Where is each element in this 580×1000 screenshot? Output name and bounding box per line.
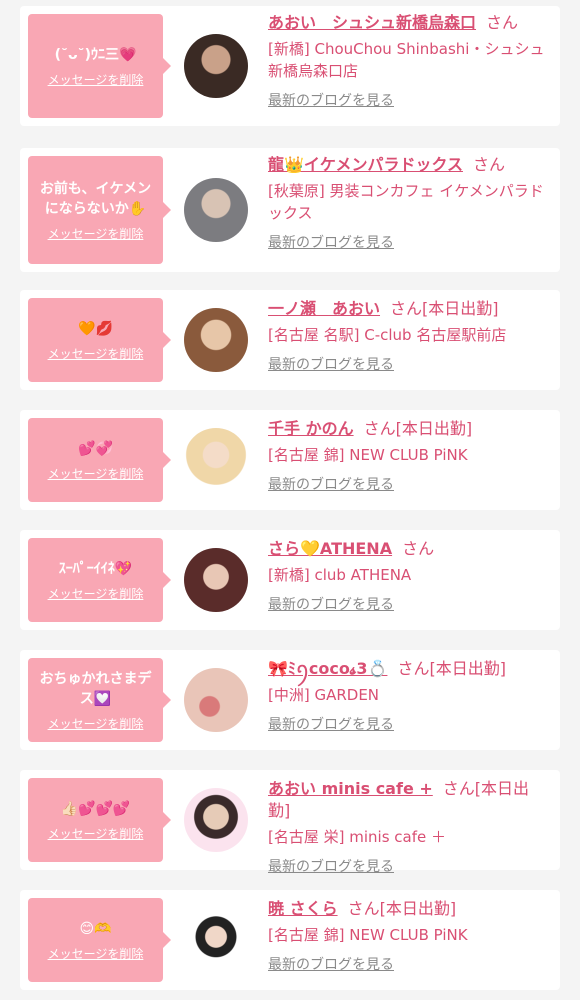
honorific: さん	[363, 419, 396, 438]
message-text: おちゅかれさまデス💟	[39, 670, 152, 707]
cast-name-link[interactable]: 暁 さくら	[268, 899, 338, 918]
message-text: 😊🫶	[79, 920, 112, 937]
list-item: 💕💞 メッセージを削除 千手 かのん さん[本日出勤] [名古屋 錦] NEW C…	[20, 410, 560, 510]
avatar[interactable]	[184, 428, 248, 492]
honorific: さん	[472, 155, 505, 174]
cast-name-link[interactable]: 龍👑イケメンパラドックス	[268, 155, 463, 174]
avatar[interactable]	[184, 178, 248, 242]
shop-name: [名古屋 錦] NEW CLUB PiNK	[268, 926, 468, 944]
message-text: (˘ᴗ˘)ｳﾆ三💗	[54, 46, 137, 63]
delete-message-link[interactable]: メッセージを削除	[48, 345, 144, 362]
shop-name: [名古屋 錦] NEW CLUB PiNK	[268, 446, 468, 464]
message-bubble: 👍🏻💕💕💕 メッセージを削除	[28, 778, 171, 862]
status-badge: [本日出勤]	[422, 299, 499, 318]
name-row: 🎀ﾐꪆcoco𝓼3💍 さん[本日出勤]	[268, 658, 550, 680]
shop-name: [中洲] GARDEN	[268, 686, 380, 704]
latest-blog-link[interactable]: 最新のブログを見る	[268, 594, 394, 614]
name-row: あおい minis cafe + さん[本日出勤]	[268, 778, 550, 822]
latest-blog-link[interactable]: 最新のブログを見る	[268, 954, 394, 974]
avatar[interactable]	[184, 548, 248, 612]
honorific: さん	[402, 539, 435, 558]
message-text: お前も、イケメンにならないか✋	[39, 180, 152, 217]
cast-info: 一ノ瀬 あおい さん[本日出勤] [名古屋 名駅] C-club 名古屋駅前店 最…	[268, 298, 550, 374]
cast-info: 千手 かのん さん[本日出勤] [名古屋 錦] NEW CLUB PiNK 最新の…	[268, 418, 550, 494]
honorific: さん	[397, 659, 430, 678]
latest-blog-link[interactable]: 最新のブログを見る	[268, 354, 394, 374]
honorific: さん	[442, 779, 475, 798]
cast-name-link[interactable]: さら💛ATHENA	[268, 539, 392, 558]
list-item: 👍🏻💕💕💕 メッセージを削除 あおい minis cafe + さん[本日出勤] …	[20, 770, 560, 875]
shop-name: [秋葉原] 男装コンカフェ イケメンパラドックス	[268, 182, 544, 222]
message-bubble: 🧡💋 メッセージを削除	[28, 298, 171, 382]
status-badge: [本日出勤]	[379, 899, 457, 918]
message-text: 👍🏻💕💕💕	[60, 800, 131, 817]
status-badge: [本日出勤]	[395, 419, 473, 438]
delete-message-link[interactable]: メッセージを削除	[48, 825, 144, 842]
honorific: さん	[486, 13, 519, 32]
latest-blog-link[interactable]: 最新のブログを見る	[268, 90, 394, 110]
delete-message-link[interactable]: メッセージを削除	[48, 715, 144, 732]
name-row: 龍👑イケメンパラドックス さん	[268, 154, 550, 176]
list-item: (˘ᴗ˘)ｳﾆ三💗 メッセージを削除 あおい シュシュ新橋烏森口 さん [新橋] …	[20, 6, 560, 126]
cast-info: 暁 さくら さん[本日出勤] [名古屋 錦] NEW CLUB PiNK 最新のブ…	[268, 898, 550, 974]
list-item: 🧡💋 メッセージを削除 一ノ瀬 あおい さん[本日出勤] [名古屋 名駅] C-c…	[20, 290, 560, 390]
avatar[interactable]	[184, 34, 248, 98]
name-row: さら💛ATHENA さん	[268, 538, 550, 560]
latest-blog-link[interactable]: 最新のブログを見る	[268, 474, 394, 494]
delete-message-link[interactable]: メッセージを削除	[48, 71, 144, 88]
latest-blog-link[interactable]: 最新のブログを見る	[268, 856, 394, 876]
delete-message-link[interactable]: メッセージを削除	[48, 945, 144, 962]
name-row: 千手 かのん さん[本日出勤]	[268, 418, 550, 440]
cast-info: あおい シュシュ新橋烏森口 さん [新橋] ChouChou Shinbashi・…	[268, 12, 550, 110]
latest-blog-link[interactable]: 最新のブログを見る	[268, 714, 394, 734]
message-bubble: ｽｰﾊﾟｰｲｲﾈ💖 メッセージを削除	[28, 538, 171, 622]
message-text: 💕💞	[78, 440, 113, 457]
honorific: さん	[347, 899, 380, 918]
list-item: 😊🫶 メッセージを削除 暁 さくら さん[本日出勤] [名古屋 錦] NEW CL…	[20, 890, 560, 990]
list-item: おちゅかれさまデス💟 メッセージを削除 🎀ﾐꪆcoco𝓼3💍 さん[本日出勤] […	[20, 650, 560, 750]
latest-blog-link[interactable]: 最新のブログを見る	[268, 232, 394, 252]
delete-message-link[interactable]: メッセージを削除	[48, 225, 144, 242]
favorite-cast-list: (˘ᴗ˘)ｳﾆ三💗 メッセージを削除 あおい シュシュ新橋烏森口 さん [新橋] …	[0, 0, 580, 1000]
shop-name: [名古屋 名駅] C-club 名古屋駅前店	[268, 326, 507, 344]
name-row: 一ノ瀬 あおい さん[本日出勤]	[268, 298, 550, 320]
message-text: 🧡💋	[78, 320, 113, 337]
shop-name: [新橋] club ATHENA	[268, 566, 412, 584]
message-bubble: 😊🫶 メッセージを削除	[28, 898, 171, 982]
list-item: ｽｰﾊﾟｰｲｲﾈ💖 メッセージを削除 さら💛ATHENA さん [新橋] club…	[20, 530, 560, 630]
avatar[interactable]	[184, 308, 248, 372]
cast-name-link[interactable]: 🎀ﾐꪆcoco𝓼3💍	[268, 659, 387, 678]
honorific: さん	[390, 299, 423, 318]
cast-info: あおい minis cafe + さん[本日出勤] [名古屋 栄] minis c…	[268, 778, 550, 876]
message-bubble: お前も、イケメンにならないか✋ メッセージを削除	[28, 156, 171, 264]
avatar[interactable]	[184, 908, 248, 972]
avatar[interactable]	[184, 788, 248, 852]
cast-name-link[interactable]: 千手 かのん	[268, 419, 354, 438]
shop-name: [名古屋 栄] minis cafe ＋	[268, 828, 446, 846]
cast-info: さら💛ATHENA さん [新橋] club ATHENA 最新のブログを見る	[268, 538, 550, 614]
message-bubble: 💕💞 メッセージを削除	[28, 418, 171, 502]
avatar[interactable]	[184, 668, 248, 732]
cast-name-link[interactable]: あおい シュシュ新橋烏森口	[268, 13, 476, 32]
cast-name-link[interactable]: あおい minis cafe +	[268, 779, 433, 798]
message-bubble: おちゅかれさまデス💟 メッセージを削除	[28, 658, 171, 742]
message-bubble: (˘ᴗ˘)ｳﾆ三💗 メッセージを削除	[28, 14, 171, 118]
cast-info: 龍👑イケメンパラドックス さん [秋葉原] 男装コンカフェ イケメンパラドックス …	[268, 154, 550, 252]
cast-info: 🎀ﾐꪆcoco𝓼3💍 さん[本日出勤] [中洲] GARDEN 最新のブログを見る	[268, 658, 550, 734]
shop-name: [新橋] ChouChou Shinbashi・シュシュ新橋烏森口店	[268, 40, 545, 80]
name-row: あおい シュシュ新橋烏森口 さん	[268, 12, 550, 34]
delete-message-link[interactable]: メッセージを削除	[48, 465, 144, 482]
status-badge: [本日出勤]	[429, 659, 506, 678]
name-row: 暁 さくら さん[本日出勤]	[268, 898, 550, 920]
message-text: ｽｰﾊﾟｰｲｲﾈ💖	[58, 560, 133, 577]
delete-message-link[interactable]: メッセージを削除	[48, 585, 144, 602]
list-item: お前も、イケメンにならないか✋ メッセージを削除 龍👑イケメンパラドックス さん …	[20, 148, 560, 272]
cast-name-link[interactable]: 一ノ瀬 あおい	[268, 299, 380, 318]
